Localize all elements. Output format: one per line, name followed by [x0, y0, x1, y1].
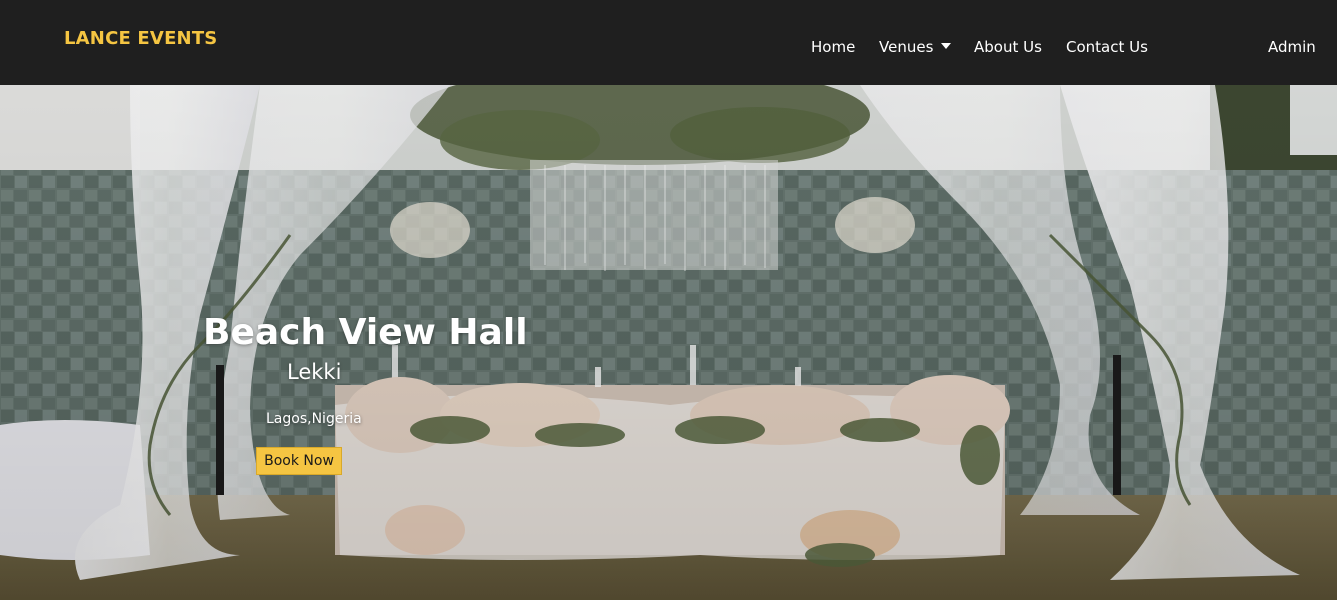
hero-location: Lagos,Nigeria	[266, 411, 362, 427]
nav-home[interactable]: Home	[811, 38, 855, 56]
brand-logo[interactable]: LANCE EVENTS	[64, 28, 217, 49]
hero-subtitle: Lekki	[287, 360, 342, 384]
hero-background-image	[0, 85, 1337, 600]
book-now-button[interactable]: Book Now	[256, 447, 342, 475]
nav-contact[interactable]: Contact Us	[1066, 38, 1148, 56]
caret-down-icon	[941, 42, 952, 49]
nav-about[interactable]: About Us	[974, 38, 1042, 56]
navbar: LANCE EVENTS Home Venues About Us Contac…	[0, 0, 1337, 85]
hero-title: Beach View Hall	[203, 312, 528, 353]
nav-admin[interactable]: Admin	[1268, 38, 1316, 56]
nav-venues-dropdown[interactable]: Venues	[879, 38, 952, 56]
hero-banner: Beach View Hall Lekki Lagos,Nigeria Book…	[0, 85, 1337, 600]
nav-venues-label: Venues	[879, 38, 934, 56]
